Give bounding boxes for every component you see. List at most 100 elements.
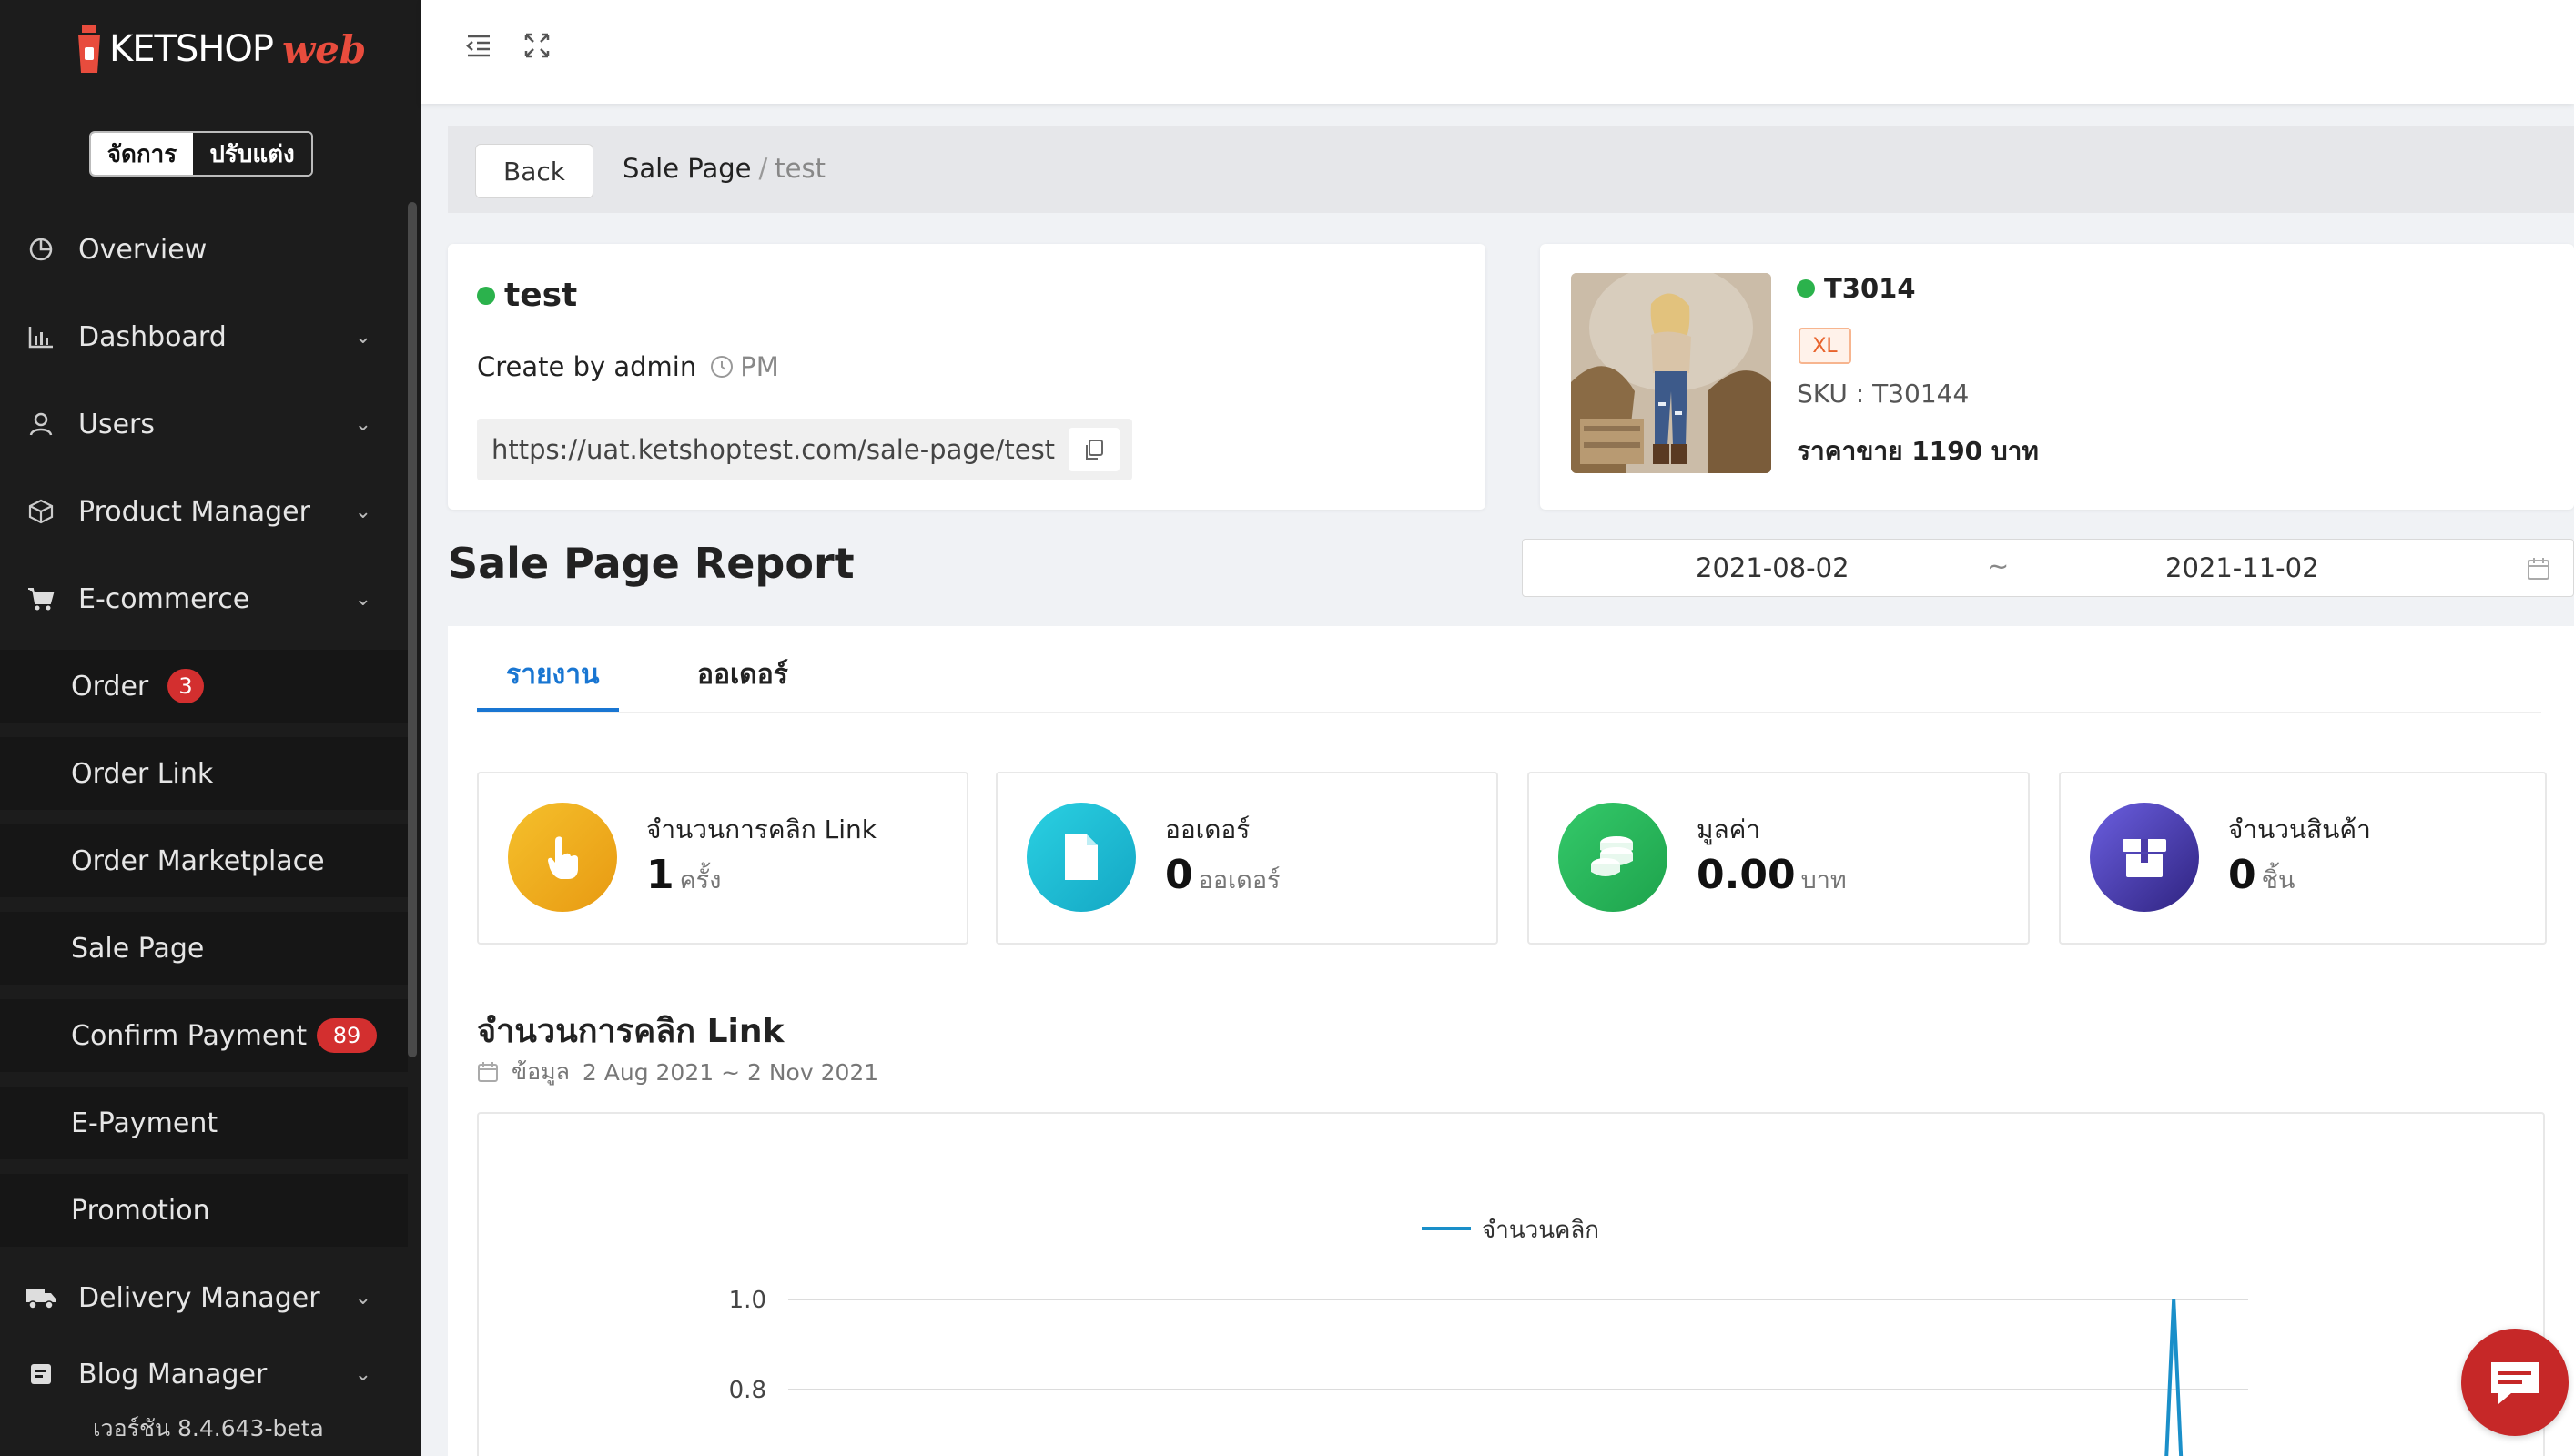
- sidebar-item-label: Dashboard: [78, 320, 227, 353]
- chart-subtitle-range: 2 Aug 2021 ~ 2 Nov 2021: [582, 1058, 879, 1086]
- chevron-down-icon: ⌄: [354, 325, 371, 349]
- sidebar-item-dashboard[interactable]: Dashboard ⌄: [0, 300, 408, 373]
- clock-icon: [711, 356, 734, 378]
- package-icon: [2090, 803, 2199, 912]
- back-button[interactable]: Back: [475, 144, 593, 198]
- sale-page-title: test: [477, 277, 577, 314]
- mode-toggle[interactable]: จัดการ ปรับแต่ง: [89, 131, 313, 177]
- report-title: Sale Page Report: [448, 539, 855, 588]
- truck-icon: [25, 1282, 56, 1313]
- stat-label: จำนวนการคลิก Link: [646, 814, 877, 844]
- breadcrumb-bar: Back Sale Page / test: [448, 126, 2574, 213]
- sale-page-url-field[interactable]: https://uat.ketshoptest.com/sale-page/te…: [477, 419, 1132, 480]
- click-chart: จำนวนคลิก 1.00.80.6: [477, 1112, 2545, 1456]
- stat-unit: ออเดอร์: [1198, 866, 1281, 895]
- collapse-menu-icon[interactable]: [462, 29, 495, 62]
- series-line: [2164, 1299, 2184, 1456]
- product-card: T3014 XL SKU : T30144 ราคาขาย 1190 บาท: [1540, 244, 2574, 510]
- stat-value: 0 ชิ้น: [2228, 852, 2295, 899]
- sidebar-scrollbar[interactable]: [408, 202, 417, 1057]
- box-icon: [25, 496, 56, 527]
- stat-card-value: มูลค่า 0.00 บาท: [1527, 772, 2030, 945]
- sidebar-subitem-order[interactable]: Order 3: [0, 650, 408, 723]
- chart-subtitle-label: ข้อมูล: [512, 1058, 570, 1085]
- size-tag: XL: [1799, 328, 1851, 364]
- sidebar-item-label: E-commerce: [78, 582, 250, 615]
- stat-value: 0.00 บาท: [1697, 852, 1847, 899]
- stat-card-orders: ออเดอร์ 0 ออเดอร์: [996, 772, 1498, 945]
- breadcrumb-separator: /: [758, 153, 768, 184]
- calendar-icon[interactable]: [2526, 556, 2551, 581]
- chevron-down-icon: ⌄: [354, 1362, 371, 1386]
- sale-page-name: test: [504, 277, 578, 314]
- chart-subtitle: ข้อมูล 2 Aug 2021 ~ 2 Nov 2021: [477, 1054, 878, 1090]
- time-text: PM: [740, 351, 779, 382]
- copy-url-button[interactable]: [1069, 428, 1120, 471]
- stat-unit: บาท: [1800, 866, 1847, 895]
- cart-icon: [25, 583, 56, 614]
- date-to[interactable]: 2021-11-02: [2165, 552, 2319, 583]
- sidebar-item-label: Overview: [78, 233, 208, 266]
- user-icon: [25, 409, 56, 440]
- sidebar-item-product-manager[interactable]: Product Manager ⌄: [0, 475, 408, 548]
- sidebar-item-users[interactable]: Users ⌄: [0, 388, 408, 460]
- order-count-badge: 3: [167, 669, 204, 703]
- stat-number: 0.00: [1697, 852, 1796, 898]
- sidebar-subitem-label: Confirm Payment: [71, 1019, 308, 1052]
- sidebar-subitem-order-link[interactable]: Order Link: [0, 737, 408, 810]
- chevron-down-icon: ⌄: [354, 500, 371, 523]
- date-from[interactable]: 2021-08-02: [1696, 552, 1849, 583]
- date-separator: ~: [1987, 551, 2010, 581]
- bar-chart-icon: [25, 321, 56, 352]
- breadcrumb-current: test: [775, 153, 826, 184]
- sidebar-subitem-label: Order Link: [71, 757, 214, 790]
- payment-count-badge: 89: [317, 1018, 377, 1053]
- chat-bubble-icon: [2491, 1362, 2539, 1404]
- sidebar-item-ecommerce[interactable]: E-commerce ⌄: [0, 562, 408, 635]
- creator-text: Create by admin: [477, 351, 697, 382]
- calendar-icon: [478, 1062, 498, 1082]
- mode-manage-button[interactable]: จัดการ: [91, 133, 193, 175]
- mode-customize-button[interactable]: ปรับแต่ง: [193, 133, 311, 175]
- document-icon: [1027, 803, 1136, 912]
- sidebar-item-label: Delivery Manager: [78, 1281, 320, 1314]
- breadcrumb-parent-link[interactable]: Sale Page: [623, 153, 752, 184]
- sidebar-subitem-confirm-payment[interactable]: Confirm Payment 89: [0, 999, 408, 1072]
- sidebar-subitem-epayment[interactable]: E-Payment: [0, 1087, 408, 1159]
- sidebar-subitem-order-marketplace[interactable]: Order Marketplace: [0, 824, 408, 897]
- sidebar-subitem-sale-page[interactable]: Sale Page: [0, 912, 408, 985]
- tab-orders[interactable]: ออเดอร์: [697, 653, 788, 696]
- stat-number: 1: [646, 852, 674, 898]
- stat-card-items: จำนวนสินค้า 0 ชิ้น: [2059, 772, 2547, 945]
- sidebar-subitem-label: Promotion: [71, 1194, 210, 1227]
- brand-logo[interactable]: KETSHOP web: [76, 22, 366, 76]
- status-dot: [1797, 279, 1815, 298]
- product-image[interactable]: [1571, 273, 1771, 473]
- chat-button[interactable]: [2461, 1329, 2569, 1436]
- sidebar-subitem-promotion[interactable]: Promotion: [0, 1174, 408, 1247]
- stat-label: จำนวนสินค้า: [2228, 814, 2371, 844]
- chart-title: จำนวนการคลิก Link: [477, 1013, 785, 1050]
- legend-label: จำนวนคลิก: [1482, 1217, 1599, 1244]
- sidebar-item-overview[interactable]: Overview: [0, 213, 408, 286]
- y-tick-label: 0.8: [729, 1377, 766, 1404]
- tab-report[interactable]: รายงาน: [506, 653, 600, 696]
- product-name: T3014: [1797, 273, 1916, 304]
- stat-card-clicks: จำนวนการคลิก Link 1 ครั้ง: [477, 772, 968, 945]
- stat-number: 0: [1165, 852, 1193, 898]
- coins-icon: [1558, 803, 1667, 912]
- chevron-down-icon: ⌄: [354, 587, 371, 611]
- sidebar-item-blog-manager[interactable]: Blog Manager ⌄: [0, 1349, 408, 1400]
- stat-unit: ชิ้น: [2261, 866, 2295, 895]
- chevron-down-icon: ⌄: [354, 1286, 371, 1309]
- sidebar-subitem-label: E-Payment: [71, 1107, 218, 1139]
- top-bar: [421, 0, 2574, 104]
- date-range-picker[interactable]: 2021-08-02 ~ 2021-11-02: [1522, 539, 2574, 597]
- fullscreen-icon[interactable]: [521, 29, 553, 62]
- copy-icon: [1086, 440, 1103, 460]
- sidebar-item-delivery-manager[interactable]: Delivery Manager ⌄: [0, 1261, 408, 1334]
- sidebar-item-label: Users: [78, 408, 156, 440]
- pointer-hand-icon: [508, 803, 617, 912]
- chart-grid: 1.00.80.6: [729, 1287, 2248, 1404]
- report-panel: รายงาน ออเดอร์ จำนวนการคลิก Link 1 ครั้ง …: [448, 626, 2574, 1456]
